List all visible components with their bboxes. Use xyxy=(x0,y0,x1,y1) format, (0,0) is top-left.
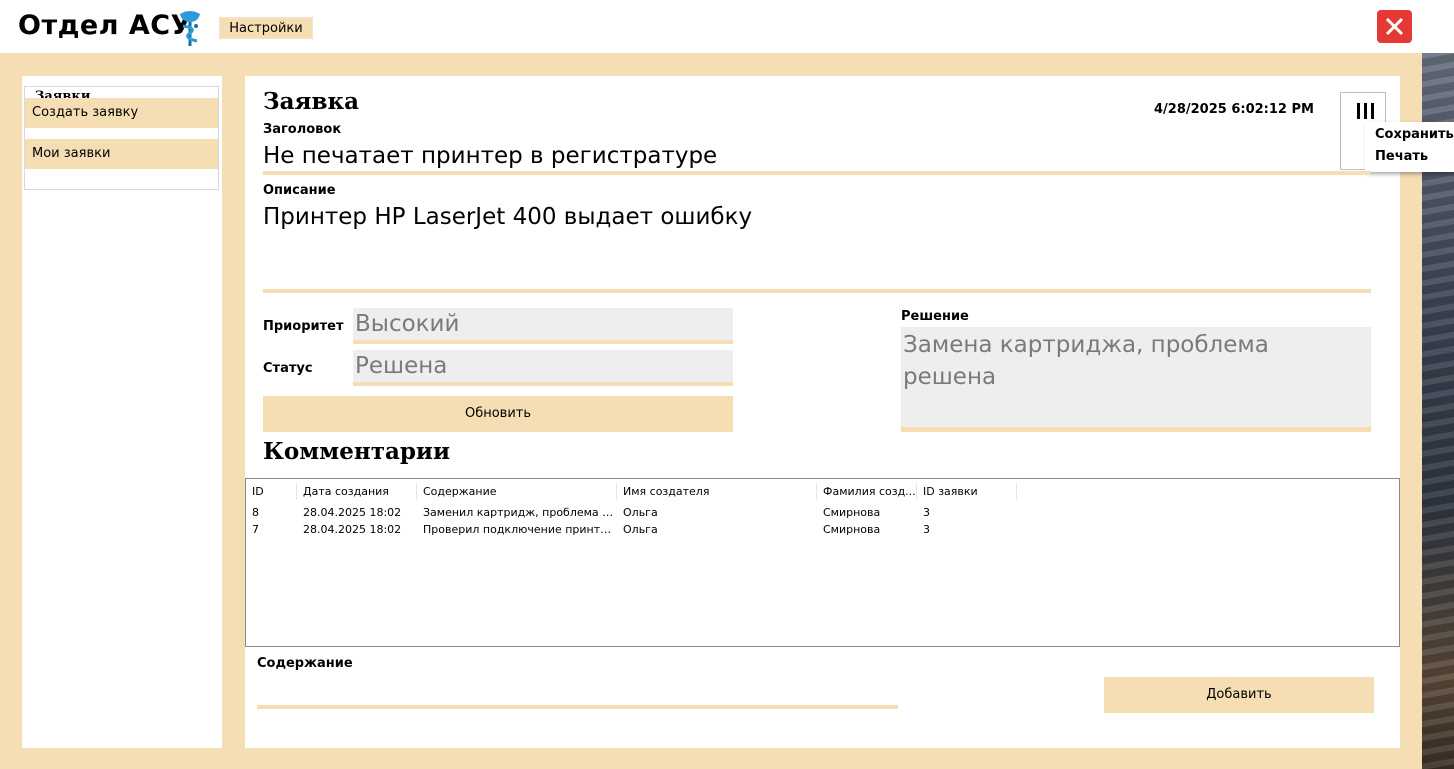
app-title: Отдел АСУ xyxy=(18,10,192,41)
ticket-panel: Заявка 4/28/2025 6:02:12 PM Сохранить Пе… xyxy=(245,76,1454,748)
solution-field[interactable]: Замена картриджа, проблема решена xyxy=(901,327,1371,432)
cell-first-name: Ольга xyxy=(623,523,658,536)
column-header-id[interactable]: ID xyxy=(246,483,297,500)
cell-created: 28.04.2025 18:02 xyxy=(303,506,402,519)
table-row[interactable]: 7 28.04.2025 18:02 Проверил подключение … xyxy=(246,521,1396,538)
menu-item-save[interactable]: Сохранить xyxy=(1375,127,1454,142)
status-label: Статус xyxy=(263,361,313,376)
table-row[interactable]: 8 28.04.2025 18:02 Заменил картридж, про… xyxy=(246,504,1396,521)
background-desktop-strip xyxy=(1422,0,1454,769)
ticket-heading: Заявка xyxy=(263,88,359,115)
cell-id: 8 xyxy=(252,506,259,519)
sidebar-item-create-request[interactable]: Создать заявку xyxy=(25,98,218,128)
cell-last-name: Смирнова xyxy=(823,523,881,536)
comment-content-label: Содержание xyxy=(257,656,353,671)
cell-last-name: Смирнова xyxy=(823,506,881,519)
cell-first-name: Ольга xyxy=(623,506,658,519)
priority-label: Приоритет xyxy=(263,319,344,334)
title-bar: Отдел АСУ Настройки xyxy=(0,0,1454,53)
cell-content: Заменил картридж, проблема реш... xyxy=(423,506,617,519)
column-header-request-id[interactable]: ID заявки xyxy=(917,483,1017,500)
title-field-label: Заголовок xyxy=(263,122,342,137)
solution-label: Решение xyxy=(901,309,969,324)
sidebar-item-my-requests[interactable]: Мои заявки xyxy=(25,139,218,169)
settings-button[interactable]: Настройки xyxy=(219,17,313,39)
datetime-label: 4/28/2025 6:02:12 PM xyxy=(1154,102,1314,117)
column-header-created[interactable]: Дата создания xyxy=(297,483,417,500)
comments-heading: Комментарии xyxy=(263,438,451,465)
close-icon xyxy=(1385,17,1404,36)
cell-request-id: 3 xyxy=(923,506,930,519)
ticket-context-menu: Сохранить Печать xyxy=(1365,122,1454,172)
menu-item-print[interactable]: Печать xyxy=(1375,149,1428,164)
cell-content: Проверил подключение принтера -... xyxy=(423,523,617,536)
description-underline xyxy=(263,289,1371,293)
title-field[interactable]: Не печатает принтер в регистратуре xyxy=(263,143,717,169)
status-select[interactable]: Решена xyxy=(353,350,733,386)
comment-content-input[interactable] xyxy=(257,674,897,704)
description-field-label: Описание xyxy=(263,183,336,198)
comments-table[interactable]: ID Дата создания Содержание Имя создател… xyxy=(245,478,1400,647)
column-header-first-name[interactable]: Имя создателя xyxy=(617,483,817,500)
description-field[interactable]: Принтер HP LaserJet 400 выдает ошибку xyxy=(263,204,752,230)
priority-select[interactable]: Высокий xyxy=(353,308,733,344)
table-header-row: ID Дата создания Содержание Имя создател… xyxy=(246,483,1396,500)
title-underline xyxy=(263,171,1371,175)
add-comment-button[interactable]: Добавить xyxy=(1104,677,1374,713)
caduceus-bowl-icon xyxy=(172,8,208,48)
cell-request-id: 3 xyxy=(923,523,930,536)
cell-id: 7 xyxy=(252,523,259,536)
menu-bars-icon xyxy=(1357,103,1374,119)
column-header-last-name[interactable]: Фамилия созд... xyxy=(817,483,917,500)
cell-created: 28.04.2025 18:02 xyxy=(303,523,402,536)
sidebar: Заявки Создать заявку Мои заявки xyxy=(22,76,222,748)
comment-content-underline xyxy=(257,705,898,709)
close-button[interactable] xyxy=(1377,10,1412,43)
update-button[interactable]: Обновить xyxy=(263,396,733,432)
column-header-content[interactable]: Содержание xyxy=(417,483,617,500)
